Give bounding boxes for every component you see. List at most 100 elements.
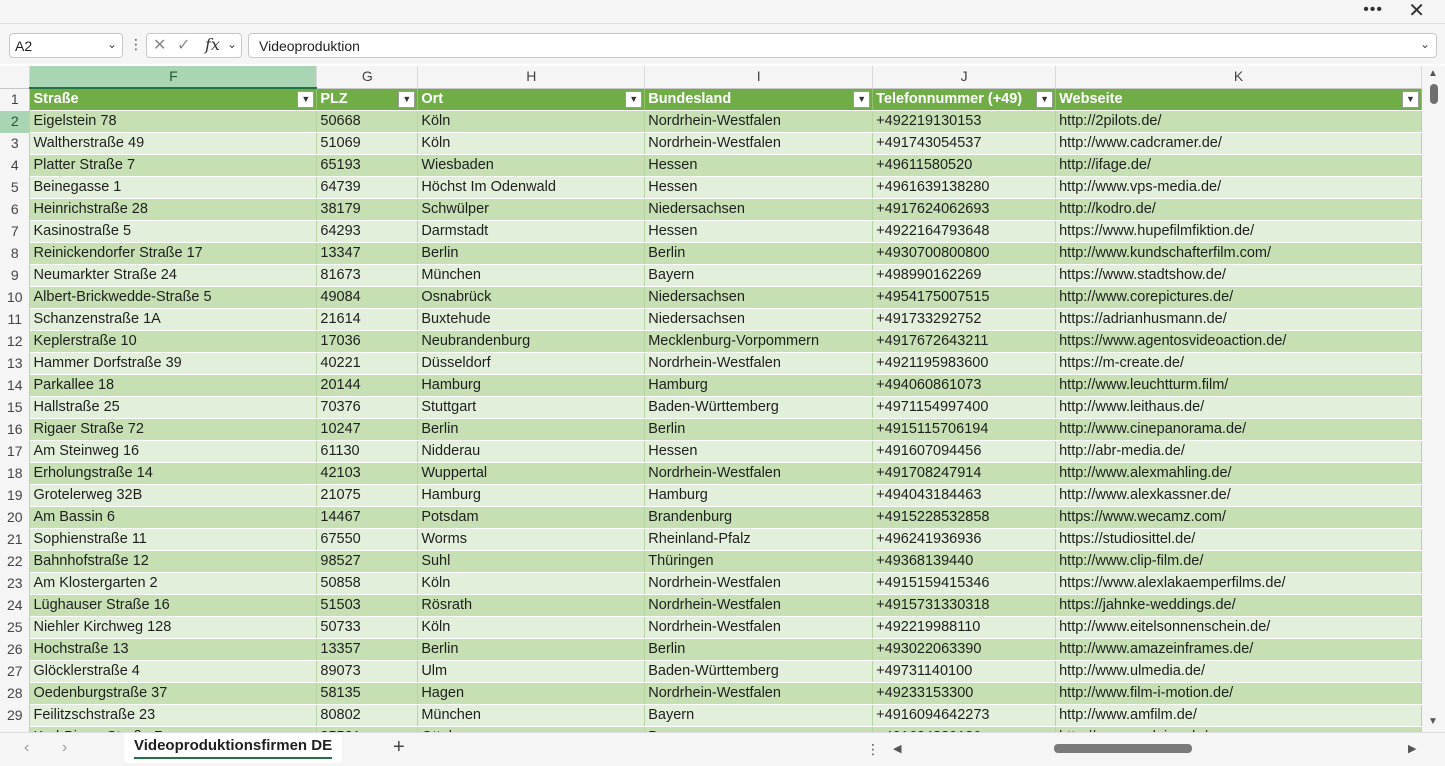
table-cell[interactable]: 81673 xyxy=(316,264,419,287)
row-header[interactable]: 11 xyxy=(0,308,31,331)
table-cell[interactable]: Brandenburg xyxy=(644,506,874,529)
table-cell[interactable]: 20144 xyxy=(316,374,419,397)
table-cell[interactable]: 21075 xyxy=(316,484,419,507)
table-cell[interactable]: https://adrianhusmann.de/ xyxy=(1055,308,1422,331)
table-cell[interactable]: 21614 xyxy=(316,308,419,331)
table-cell[interactable]: https://www.wecamz.com/ xyxy=(1055,506,1422,529)
row-header[interactable]: 5 xyxy=(0,176,31,199)
scroll-left-icon[interactable]: ◀ xyxy=(893,742,901,755)
table-cell[interactable]: Nordrhein-Westfalen xyxy=(644,682,874,705)
table-cell[interactable]: Niehler Kirchweg 128 xyxy=(29,616,318,639)
table-cell[interactable]: 42103 xyxy=(316,462,419,485)
table-cell[interactable]: +492219988110 xyxy=(872,616,1057,639)
table-cell[interactable]: Köln xyxy=(417,110,646,133)
table-cell[interactable]: Stuttgart xyxy=(417,396,646,419)
table-cell[interactable]: Düsseldorf xyxy=(417,352,646,375)
row-header[interactable]: 1 xyxy=(0,88,31,111)
table-cell[interactable]: Nidderau xyxy=(417,440,646,463)
table-cell[interactable]: Köln xyxy=(417,616,646,639)
table-cell[interactable]: +4922164793648 xyxy=(872,220,1057,243)
table-cell[interactable]: http://2pilots.de/ xyxy=(1055,110,1422,133)
table-cell[interactable]: Niedersachsen xyxy=(644,308,874,331)
scroll-up-icon[interactable]: ▲ xyxy=(1428,68,1438,79)
table-cell[interactable]: Rigaer Straße 72 xyxy=(29,418,318,441)
table-cell[interactable]: Bayern xyxy=(644,704,874,727)
row-header[interactable]: 14 xyxy=(0,374,31,397)
row-header[interactable]: 27 xyxy=(0,660,31,683)
filter-dropdown-icon[interactable]: ▼ xyxy=(297,91,315,108)
column-header-f[interactable]: F xyxy=(29,66,318,89)
table-cell[interactable]: http://abr-media.de/ xyxy=(1055,440,1422,463)
table-cell[interactable]: http://www.cadcramer.de/ xyxy=(1055,132,1422,155)
table-cell[interactable]: +4961639138280 xyxy=(872,176,1057,199)
row-header[interactable]: 28 xyxy=(0,682,31,705)
table-cell[interactable]: 14467 xyxy=(316,506,419,529)
table-cell[interactable]: http://www.cinepanorama.de/ xyxy=(1055,418,1422,441)
table-cell[interactable]: 40221 xyxy=(316,352,419,375)
row-header[interactable]: 20 xyxy=(0,506,31,529)
table-cell[interactable]: Potsdam xyxy=(417,506,646,529)
scroll-down-icon[interactable]: ▼ xyxy=(1428,716,1438,727)
name-box[interactable]: A2 ⌄ xyxy=(9,33,123,58)
table-cell[interactable]: Ulm xyxy=(417,660,646,683)
table-cell[interactable]: Rösrath xyxy=(417,594,646,617)
row-header[interactable]: 29 xyxy=(0,704,31,727)
table-cell[interactable]: 65193 xyxy=(316,154,419,177)
chevron-down-icon[interactable]: ⌄ xyxy=(107,37,117,51)
table-cell[interactable]: https://m-create.de/ xyxy=(1055,352,1422,375)
table-cell[interactable]: Platter Straße 7 xyxy=(29,154,318,177)
row-header[interactable]: 6 xyxy=(0,198,31,221)
filter-dropdown-icon[interactable]: ▼ xyxy=(398,90,416,108)
table-cell[interactable]: +4915115706194 xyxy=(872,418,1057,441)
table-cell[interactable]: +4921195983600 xyxy=(872,352,1057,375)
table-cell[interactable]: +4915731330318 xyxy=(872,594,1057,617)
table-cell[interactable]: https://www.alexlakaemperfilms.de/ xyxy=(1055,572,1422,595)
table-cell[interactable]: +49611580520 xyxy=(872,154,1057,177)
table-cell[interactable]: Schwülper xyxy=(417,198,646,221)
table-cell[interactable]: Nordrhein-Westfalen xyxy=(644,132,874,155)
row-header[interactable]: 16 xyxy=(0,418,31,441)
row-header[interactable]: 12 xyxy=(0,330,31,353)
formula-bar-more-icon[interactable]: ⋮ xyxy=(129,36,143,53)
row-header[interactable]: 9 xyxy=(0,264,31,287)
table-cell[interactable]: 50733 xyxy=(316,616,419,639)
table-cell[interactable]: Höchst Im Odenwald xyxy=(417,176,646,199)
table-cell[interactable]: +4954175007515 xyxy=(872,286,1057,309)
row-header[interactable]: 19 xyxy=(0,484,31,507)
table-cell[interactable]: http://www.film-i-motion.de/ xyxy=(1055,682,1422,705)
table-cell[interactable]: 50668 xyxy=(316,110,419,133)
table-cell[interactable]: 64739 xyxy=(316,176,419,199)
row-header[interactable]: 7 xyxy=(0,220,31,243)
table-cell[interactable]: +4915159415346 xyxy=(872,572,1057,595)
table-cell[interactable]: Hagen xyxy=(417,682,646,705)
table-header-cell[interactable]: Straße ▼ xyxy=(29,88,318,111)
table-cell[interactable]: +4971154997400 xyxy=(872,396,1057,419)
table-cell[interactable]: Worms xyxy=(417,528,646,551)
table-cell[interactable]: +496241936936 xyxy=(872,528,1057,551)
table-cell[interactable]: +4917624062693 xyxy=(872,198,1057,221)
table-cell[interactable]: 98527 xyxy=(316,550,419,573)
table-cell[interactable]: Erholungstraße 14 xyxy=(29,462,318,485)
table-cell[interactable]: http://www.kundschafterfilm.com/ xyxy=(1055,242,1422,265)
table-cell[interactable]: Buxtehude xyxy=(417,308,646,331)
table-cell[interactable]: Baden-Württemberg xyxy=(644,396,874,419)
insert-function-icon[interactable]: fx xyxy=(205,35,220,54)
table-cell[interactable]: Hamburg xyxy=(644,374,874,397)
table-cell[interactable]: Hallstraße 25 xyxy=(29,396,318,419)
row-header[interactable]: 18 xyxy=(0,462,31,485)
table-cell[interactable]: Rheinland-Pfalz xyxy=(644,528,874,551)
table-cell[interactable]: 10247 xyxy=(316,418,419,441)
select-all-corner[interactable] xyxy=(0,66,31,89)
table-cell[interactable]: http://www.amazeinframes.de/ xyxy=(1055,638,1422,661)
table-cell[interactable]: Beinegasse 1 xyxy=(29,176,318,199)
table-cell[interactable]: http://www.vps-media.de/ xyxy=(1055,176,1422,199)
table-cell[interactable]: Feilitzschstraße 23 xyxy=(29,704,318,727)
table-cell[interactable]: 64293 xyxy=(316,220,419,243)
table-cell[interactable]: Thüringen xyxy=(644,550,874,573)
table-cell[interactable]: +4917672643211 xyxy=(872,330,1057,353)
table-cell[interactable]: Oedenburgstraße 37 xyxy=(29,682,318,705)
close-icon[interactable]: ✕ xyxy=(1408,0,1425,22)
column-header-i[interactable]: I xyxy=(644,66,874,89)
table-cell[interactable]: München xyxy=(417,704,646,727)
table-cell[interactable]: Am Klostergarten 2 xyxy=(29,572,318,595)
